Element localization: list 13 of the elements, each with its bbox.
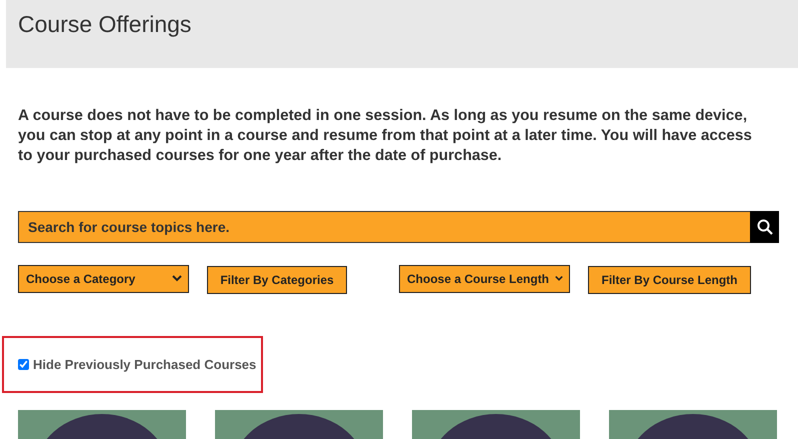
checkbox[interactable] — [18, 359, 29, 370]
dropdown[interactable]: Choose a Course Length — [399, 264, 570, 292]
checkbox-label: Hide Previously Purchased Courses — [33, 357, 256, 372]
chevron-down-icon — [555, 275, 563, 282]
intro-paragraph: A course does not have to be completed in one session. As long as you resume on the same device, you can stop at any point in a course and resume from that point at a later time. You will have access to your purchased courses for one year after the date of purchase. — [18, 106, 753, 166]
search-icon — [756, 219, 772, 235]
dropdown[interactable]: Choose a Category — [18, 264, 189, 292]
chevron-down-icon — [172, 275, 182, 282]
filter-button[interactable]: Filter By Course Length — [588, 266, 751, 294]
page-title: Course Offerings — [18, 11, 192, 38]
search-field[interactable]: Search for course topics here. — [18, 211, 750, 243]
search-button[interactable] — [750, 211, 779, 243]
filter-button[interactable]: Filter By Categories — [207, 266, 347, 294]
